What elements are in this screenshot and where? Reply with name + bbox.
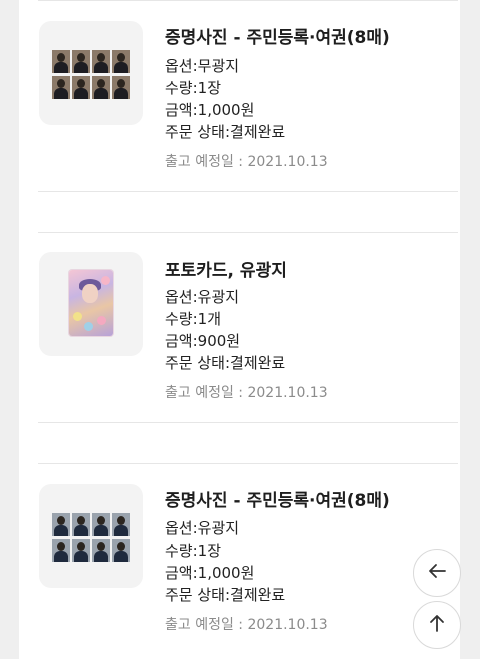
divider: [38, 422, 458, 423]
product-thumbnail[interactable]: [39, 484, 143, 588]
product-title[interactable]: 포토카드, 유광지: [165, 256, 287, 281]
divider: [38, 463, 458, 464]
order-status-text: 주문 상태:결제완료: [165, 354, 286, 372]
ship-date-text: 출고 예정일 : 2021.10.13: [165, 154, 328, 170]
product-title[interactable]: 증명사진 - 주민등록·여권(8매): [165, 486, 390, 511]
amount-text: 금액:1,000원: [165, 564, 255, 582]
option-text: 옵션:유광지: [165, 519, 240, 537]
order-list-panel: 증명사진 - 주민등록·여권(8매) 옵션:무광지 수량:1장 금액:1,000…: [19, 0, 460, 659]
order-status-text: 주문 상태:결제완료: [165, 586, 286, 604]
amount-text: 금액:900원: [165, 332, 241, 350]
divider: [38, 0, 458, 1]
divider: [38, 191, 458, 192]
back-button[interactable]: [413, 549, 461, 597]
option-text: 옵션:무광지: [165, 57, 240, 75]
arrow-up-icon: [426, 612, 448, 638]
id-photo-image: [52, 513, 130, 562]
quantity-text: 수량:1장: [165, 79, 221, 97]
ship-date-text: 출고 예정일 : 2021.10.13: [165, 385, 328, 401]
id-photo-image: [52, 50, 130, 99]
order-status-text: 주문 상태:결제완료: [165, 123, 286, 141]
quantity-text: 수량:1장: [165, 542, 221, 560]
option-text: 옵션:유광지: [165, 288, 240, 306]
product-thumbnail[interactable]: [39, 21, 143, 125]
scroll-top-button[interactable]: [413, 601, 461, 649]
divider: [38, 232, 458, 233]
ship-date-text: 출고 예정일 : 2021.10.13: [165, 617, 328, 633]
photocard-image: [69, 270, 113, 336]
arrow-left-icon: [426, 560, 448, 586]
amount-text: 금액:1,000원: [165, 101, 255, 119]
product-thumbnail[interactable]: [39, 252, 143, 356]
quantity-text: 수량:1개: [165, 310, 221, 328]
product-title[interactable]: 증명사진 - 주민등록·여권(8매): [165, 23, 390, 48]
